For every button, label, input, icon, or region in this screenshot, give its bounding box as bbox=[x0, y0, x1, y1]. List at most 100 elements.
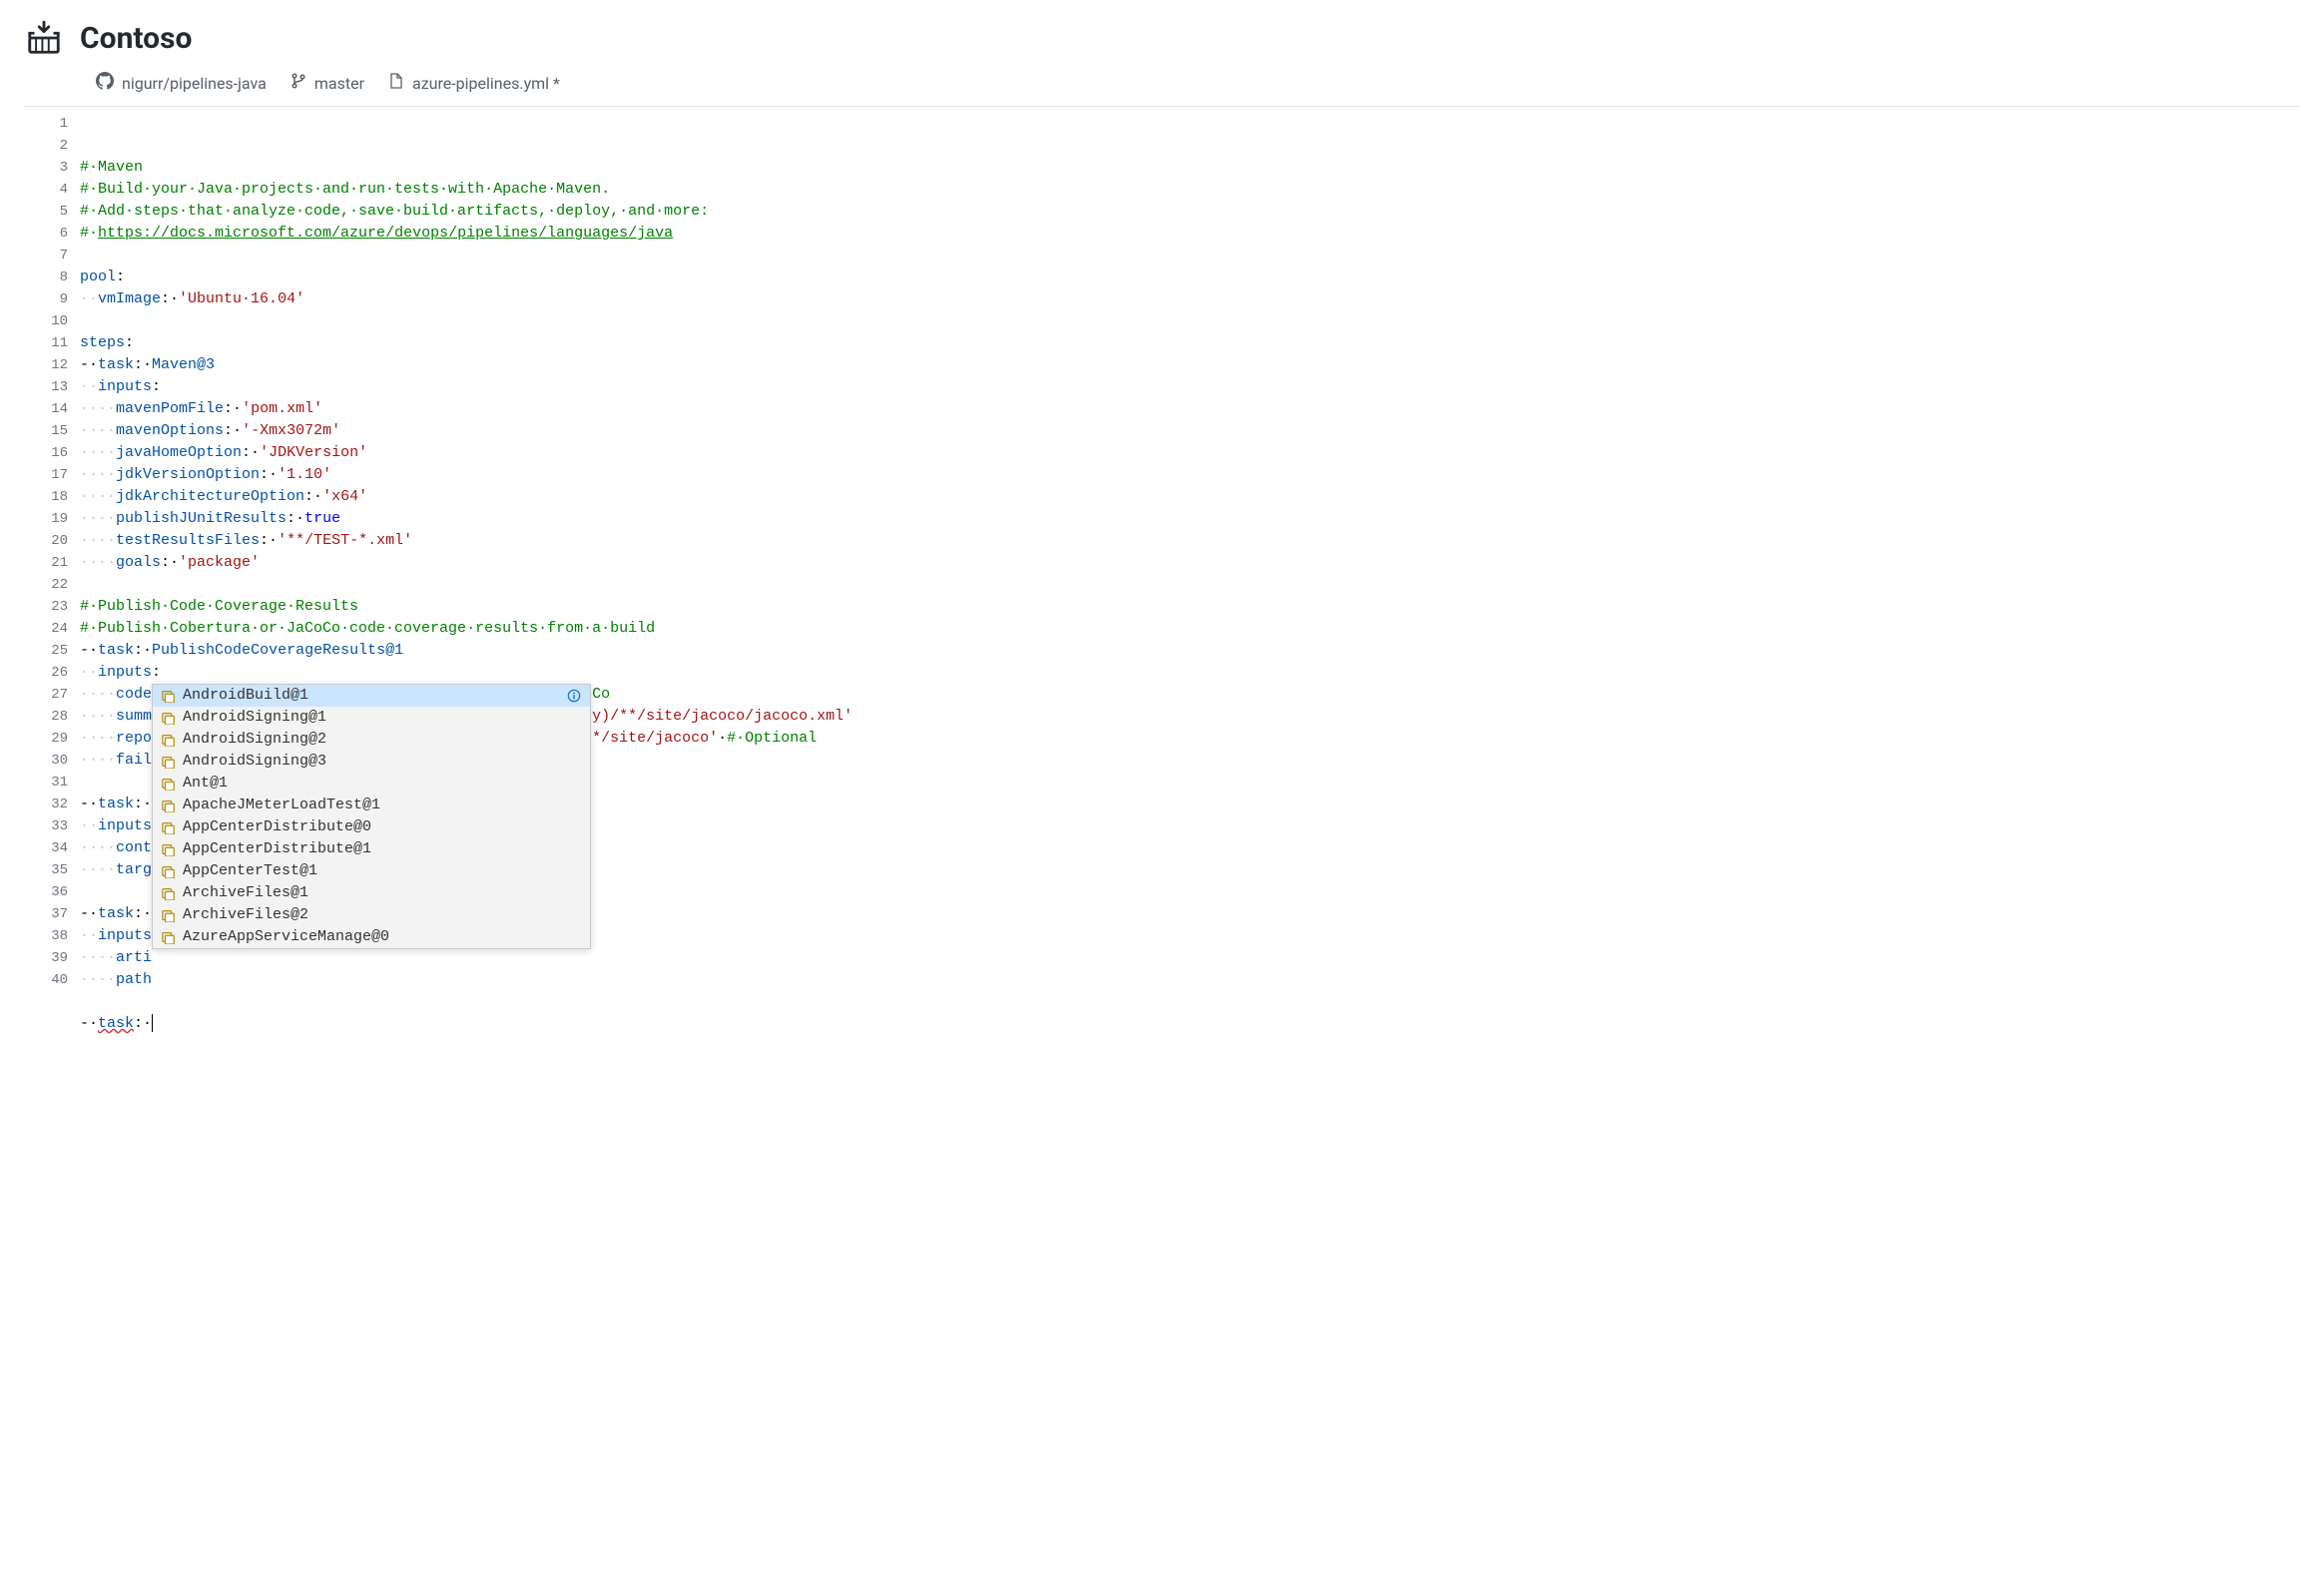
autocomplete-item[interactable]: ArchiveFiles@2 bbox=[153, 904, 590, 926]
autocomplete-item[interactable]: ApacheJMeterLoadTest@1 bbox=[153, 795, 590, 816]
breadcrumb-file-text: azure-pipelines.yml * bbox=[412, 74, 560, 93]
code-line[interactable]: -·task:·Maven@3 bbox=[80, 354, 2300, 376]
code-line[interactable]: ··inputs: bbox=[80, 662, 2300, 684]
breadcrumb-repo-text: nigurr/pipelines-java bbox=[122, 74, 267, 93]
line-number: 37 bbox=[24, 903, 68, 925]
code-line[interactable]: ··inputs: bbox=[80, 376, 2300, 398]
autocomplete-label: AppCenterTest@1 bbox=[183, 860, 317, 882]
autocomplete-item[interactable]: AppCenterTest@1 bbox=[153, 860, 590, 882]
snippet-icon bbox=[161, 885, 177, 901]
code-line[interactable] bbox=[80, 310, 2300, 332]
line-number: 4 bbox=[24, 179, 68, 201]
line-number: 5 bbox=[24, 201, 68, 223]
code-line[interactable]: ····path bbox=[80, 969, 2300, 991]
line-number: 27 bbox=[24, 684, 68, 706]
code-line[interactable] bbox=[80, 574, 2300, 596]
autocomplete-label: AndroidSigning@1 bbox=[183, 707, 326, 729]
line-number: 8 bbox=[24, 266, 68, 288]
breadcrumb: nigurr/pipelines-java master azure-pipel… bbox=[0, 66, 2300, 106]
code-area[interactable]: #·Maven#·Build·your·Java·projects·and·ru… bbox=[80, 107, 2300, 1085]
code-line[interactable]: ··vmImage:·'Ubuntu·16.04' bbox=[80, 288, 2300, 310]
snippet-icon bbox=[161, 710, 177, 726]
line-number: 2 bbox=[24, 135, 68, 157]
code-line[interactable]: pool: bbox=[80, 266, 2300, 288]
autocomplete-item[interactable]: ArchiveFiles@1 bbox=[153, 882, 590, 904]
autocomplete-label: AndroidSigning@3 bbox=[183, 751, 326, 773]
autocomplete-item[interactable]: AzureAppServiceManage@0 bbox=[153, 926, 590, 948]
line-number: 33 bbox=[24, 815, 68, 837]
text-cursor bbox=[152, 1014, 153, 1032]
code-line[interactable]: ····mavenPomFile:·'pom.xml' bbox=[80, 398, 2300, 420]
autocomplete-item[interactable]: Ant@1 bbox=[153, 773, 590, 795]
line-number: 13 bbox=[24, 376, 68, 398]
line-number: 14 bbox=[24, 398, 68, 420]
header: Contoso bbox=[0, 0, 2300, 66]
code-line[interactable]: -·task:·PublishCodeCoverageResults@1 bbox=[80, 640, 2300, 662]
code-line[interactable]: #·https://docs.microsoft.com/azure/devop… bbox=[80, 223, 2300, 245]
code-line[interactable]: ····jdkVersionOption:·'1.10' bbox=[80, 464, 2300, 486]
info-icon[interactable] bbox=[566, 688, 582, 704]
code-line[interactable]: steps: bbox=[80, 332, 2300, 354]
autocomplete-label: ArchiveFiles@2 bbox=[183, 904, 308, 926]
code-line[interactable]: ····mavenOptions:·'-Xmx3072m' bbox=[80, 420, 2300, 442]
code-line[interactable] bbox=[80, 991, 2300, 1013]
snippet-icon bbox=[161, 688, 177, 704]
code-line[interactable] bbox=[80, 245, 2300, 266]
code-line[interactable]: ····arti bbox=[80, 947, 2300, 969]
code-line[interactable]: ····publishJUnitResults:·true bbox=[80, 508, 2300, 530]
autocomplete-popup[interactable]: AndroidBuild@1AndroidSigning@1AndroidSig… bbox=[152, 684, 591, 949]
line-number: 6 bbox=[24, 223, 68, 245]
line-number: 31 bbox=[24, 772, 68, 794]
line-number: 10 bbox=[24, 310, 68, 332]
line-number: 7 bbox=[24, 245, 68, 266]
code-line[interactable]: ····jdkArchitectureOption:·'x64' bbox=[80, 486, 2300, 508]
line-number: 40 bbox=[24, 969, 68, 991]
line-number: 24 bbox=[24, 618, 68, 640]
code-line[interactable]: -·task:· bbox=[80, 1013, 2300, 1035]
breadcrumb-branch[interactable]: master bbox=[290, 73, 364, 93]
line-number: 29 bbox=[24, 728, 68, 750]
code-line[interactable]: #·Publish·Code·Coverage·Results bbox=[80, 596, 2300, 618]
autocomplete-label: AndroidBuild@1 bbox=[183, 685, 308, 707]
code-line[interactable]: #·Maven bbox=[80, 157, 2300, 179]
line-number: 19 bbox=[24, 508, 68, 530]
snippet-icon bbox=[161, 819, 177, 835]
line-number: 20 bbox=[24, 530, 68, 552]
breadcrumb-repo[interactable]: nigurr/pipelines-java bbox=[96, 72, 267, 94]
line-number: 32 bbox=[24, 794, 68, 815]
line-number: 21 bbox=[24, 552, 68, 574]
autocomplete-item[interactable]: AppCenterDistribute@1 bbox=[153, 838, 590, 860]
line-number: 12 bbox=[24, 354, 68, 376]
github-icon bbox=[96, 72, 114, 94]
autocomplete-label: ApacheJMeterLoadTest@1 bbox=[183, 795, 380, 816]
branch-icon bbox=[290, 73, 306, 93]
line-number: 39 bbox=[24, 947, 68, 969]
line-number: 34 bbox=[24, 837, 68, 859]
line-number: 36 bbox=[24, 881, 68, 903]
autocomplete-item[interactable]: AndroidSigning@2 bbox=[153, 729, 590, 751]
autocomplete-item[interactable]: AppCenterDistribute@0 bbox=[153, 816, 590, 838]
code-line[interactable]: ····goals:·'package' bbox=[80, 552, 2300, 574]
line-number: 11 bbox=[24, 332, 68, 354]
autocomplete-item[interactable]: AndroidSigning@1 bbox=[153, 707, 590, 729]
autocomplete-item[interactable]: AndroidSigning@3 bbox=[153, 751, 590, 773]
line-number: 28 bbox=[24, 706, 68, 728]
pipeline-logo-icon bbox=[24, 18, 64, 58]
snippet-icon bbox=[161, 907, 177, 923]
code-line[interactable]: #·Build·your·Java·projects·and·run·tests… bbox=[80, 179, 2300, 201]
snippet-icon bbox=[161, 798, 177, 813]
page-title: Contoso bbox=[80, 21, 192, 56]
snippet-icon bbox=[161, 776, 177, 792]
snippet-icon bbox=[161, 841, 177, 857]
code-line[interactable]: ····testResultsFiles:·'**/TEST-*.xml' bbox=[80, 530, 2300, 552]
line-number: 30 bbox=[24, 750, 68, 772]
code-line[interactable]: #·Add·steps·that·analyze·code,·save·buil… bbox=[80, 201, 2300, 223]
code-line[interactable]: #·Publish·Cobertura·or·JaCoCo·code·cover… bbox=[80, 618, 2300, 640]
code-editor[interactable]: 1234567891011121314151617181920212223242… bbox=[24, 106, 2300, 1085]
breadcrumb-file[interactable]: azure-pipelines.yml * bbox=[388, 73, 560, 93]
autocomplete-item[interactable]: AndroidBuild@1 bbox=[153, 685, 590, 707]
line-number: 25 bbox=[24, 640, 68, 662]
code-line[interactable]: ····javaHomeOption:·'JDKVersion' bbox=[80, 442, 2300, 464]
line-number: 35 bbox=[24, 859, 68, 881]
snippet-icon bbox=[161, 732, 177, 748]
